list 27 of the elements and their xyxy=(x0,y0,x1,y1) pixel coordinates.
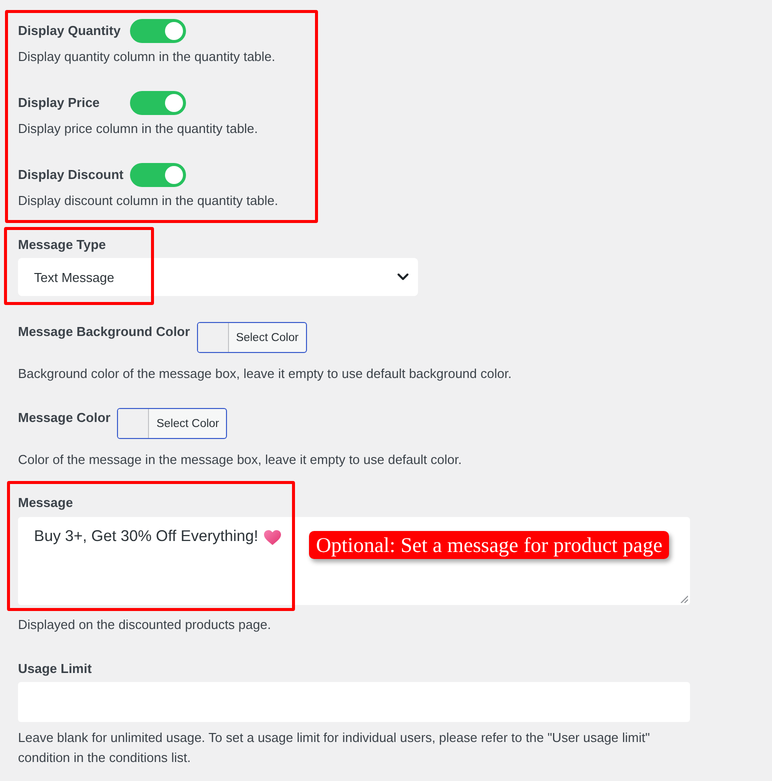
select-color-button[interactable]: Select Color xyxy=(196,322,307,353)
annotation-callout: Optional: Set a message for product page xyxy=(309,531,670,559)
field-description: Color of the message in the message box, leave it empty to use default color. xyxy=(18,452,463,468)
field-label: Display Discount xyxy=(18,167,124,183)
field-label: Display Price xyxy=(18,95,101,111)
message-type-select[interactable]: Text Message xyxy=(18,258,418,296)
select-color-button[interactable]: Select Color xyxy=(117,408,228,439)
field-description: Display price column in the quantity table. xyxy=(18,121,259,137)
field-description: Background color of the message box, leave it empty to use default background color. xyxy=(18,366,513,382)
field-description: Displayed on the discounted products page. xyxy=(18,617,272,633)
field-description: Leave blank for unlimited usage. To set a usage limit for individual users, please refer to the "User usage limit" condition in the conditions list. xyxy=(18,729,651,767)
field-label: Message xyxy=(18,495,73,511)
resize-grip-icon[interactable] xyxy=(680,595,688,603)
toggle-switch[interactable] xyxy=(130,19,186,43)
field-label: Usage Limit xyxy=(18,661,92,677)
color-swatch-icon xyxy=(118,409,150,438)
field-description: Display quantity column in the quantity table. xyxy=(18,49,276,65)
toggle-switch[interactable] xyxy=(130,91,186,115)
toggle-switch[interactable] xyxy=(130,163,186,187)
field-label: Message Type xyxy=(18,237,106,253)
field-description: Display discount column in the quantity table. xyxy=(18,193,280,209)
field-label: Display Quantity xyxy=(18,23,122,39)
heart-icon xyxy=(264,530,282,545)
color-swatch-icon xyxy=(198,323,229,352)
field-label: Message Color xyxy=(18,409,110,426)
field-label: Message Background Color xyxy=(18,323,190,340)
chevron-down-icon xyxy=(397,273,409,281)
